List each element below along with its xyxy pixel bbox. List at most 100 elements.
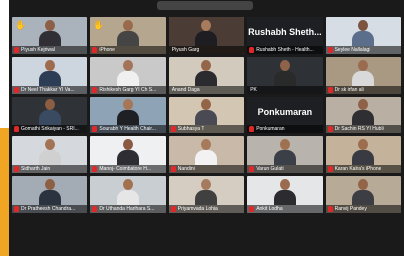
head-shape [201, 139, 212, 151]
body-shape [273, 150, 296, 166]
participant-tile[interactable]: Sidharth Jain [12, 136, 88, 174]
participant-name: PK [250, 86, 257, 93]
participant-tile[interactable]: Gomathi Srikaiyan - SRI... [12, 96, 88, 134]
participant-name: Dr Pratheesh Chandra... [21, 206, 76, 213]
participant-display-name: Rushabh Sheth... [248, 27, 322, 37]
participant-video-figure [352, 179, 375, 206]
head-shape [123, 59, 134, 71]
participant-name: Dr Uthanda Harihara S... [99, 206, 155, 213]
name-label-bar: Ranvij Pandey [325, 205, 401, 214]
participant-name: Dr Neel Thakkar YI Va... [21, 86, 75, 93]
participant-tile[interactable]: Nandini [168, 136, 245, 174]
participant-name: Piyush Garg [171, 46, 200, 53]
head-shape [123, 19, 134, 31]
body-shape [38, 70, 61, 86]
participant-video-figure [117, 59, 140, 86]
head-shape [201, 19, 212, 31]
participant-tile[interactable]: Dr Pratheesh Chandra... [12, 176, 88, 214]
body-shape [38, 30, 61, 46]
head-shape [279, 179, 290, 191]
participant-tile[interactable]: Dr Uthanda Harihara S... [90, 176, 166, 214]
participant-video-figure [117, 139, 140, 166]
body-shape [195, 150, 218, 166]
body-shape [38, 110, 61, 126]
participant-name: Nandini [177, 166, 195, 173]
muted-mic-icon [92, 126, 98, 133]
participant-name: iPhone [99, 46, 115, 53]
name-label-bar: Manoj- Coimbatore H... [90, 165, 166, 174]
participant-name: Seylee Nallalagi [334, 46, 371, 53]
muted-mic-icon [249, 46, 255, 53]
muted-mic-icon [14, 166, 19, 173]
view-toggle-pill[interactable] [157, 1, 253, 10]
muted-mic-icon [92, 46, 98, 53]
body-shape [38, 150, 61, 166]
participant-video-figure [38, 59, 61, 86]
participant-tile[interactable]: Ankit Lodha [247, 176, 323, 214]
muted-mic-icon [327, 86, 333, 93]
muted-mic-icon [249, 166, 255, 173]
head-shape [358, 99, 369, 111]
participant-name: Dr sk irfan ali [334, 86, 364, 93]
participant-tile[interactable]: Ponkumaran Ponkumaran [247, 96, 323, 134]
participant-name: Rushabh Sheth - Health... [256, 46, 314, 53]
participant-tile[interactable]: Karan Kalra's iPhone [325, 136, 401, 174]
body-shape [117, 110, 140, 126]
name-label-bar: Nandini [168, 165, 245, 174]
head-shape [44, 19, 55, 31]
body-shape [273, 190, 296, 206]
name-label-bar: Dr sk irfan ali [325, 85, 401, 94]
participant-tile[interactable]: Varun Gulati [247, 136, 323, 174]
participant-tile[interactable]: Ranvij Pandey [325, 176, 401, 214]
body-shape [38, 190, 61, 206]
muted-mic-icon [327, 46, 333, 53]
muted-mic-icon [327, 166, 333, 173]
participant-tile[interactable]: Priyamvada Lohia [168, 176, 245, 214]
participant-tile[interactable]: Seylee Nallalagi [325, 17, 401, 54]
body-shape [117, 70, 140, 86]
participant-video-figure [195, 99, 218, 126]
participant-name: Ankit Lodha [256, 206, 283, 213]
participant-tile[interactable]: PK [247, 56, 323, 94]
head-shape [358, 139, 369, 151]
participant-tile[interactable]: Manoj- Coimbatore H... [90, 136, 166, 174]
participant-name: Varun Gulati [256, 166, 284, 173]
head-shape [123, 99, 134, 111]
participant-tile[interactable]: Piyush Garg [168, 17, 245, 54]
participant-video-figure [117, 19, 140, 46]
participant-tile[interactable]: Dr sk irfan ali [325, 56, 401, 94]
name-label-bar: PK [247, 85, 323, 94]
participant-video-figure [273, 179, 296, 206]
participant-name: Ranvij Pandey [334, 206, 367, 213]
head-shape [201, 59, 212, 71]
name-label-bar: Gomathi Srikaiyan - SRI... [12, 125, 88, 134]
participant-video-figure [38, 139, 61, 166]
participant-name: Anand Daga [171, 86, 200, 93]
muted-mic-icon [92, 206, 98, 213]
head-shape [123, 179, 134, 191]
participant-tile[interactable]: Sourabh Y Health Chair... [90, 96, 166, 134]
head-shape [44, 179, 55, 191]
muted-mic-icon [170, 206, 176, 213]
participant-video-figure [38, 99, 61, 126]
participant-tile[interactable]: Dr Sachin RS YI Hubli [325, 96, 401, 134]
participant-tile[interactable]: Dr Neel Thakkar YI Va... [12, 56, 88, 94]
muted-mic-icon [249, 126, 255, 133]
name-label-bar: Piyush Kejriwal [12, 45, 88, 54]
name-label-bar: Sidharth Jain [12, 165, 88, 174]
name-label-bar: iPhone [90, 45, 166, 54]
participant-name: Gomathi Srikaiyan - SRI... [21, 126, 79, 133]
name-label-bar: Dr Uthanda Harihara S... [90, 205, 166, 214]
participant-tile[interactable]: Anand Daga [168, 56, 245, 94]
participant-name: Karan Kalra's iPhone [334, 166, 382, 173]
muted-mic-icon [14, 126, 19, 133]
participant-tile[interactable]: Subhasya T [168, 96, 245, 134]
participant-tile[interactable]: Rishikesh Garg YI Ch S... [90, 56, 166, 94]
participant-tile[interactable]: Rushabh Sheth... Rushabh Sheth - Health..… [247, 17, 323, 54]
muted-mic-icon [14, 46, 19, 53]
participant-tile[interactable]: ✋ iPhone [90, 17, 166, 54]
body-shape [352, 70, 375, 86]
participant-tile[interactable]: ✋ Piyush Kejriwal [12, 17, 88, 54]
name-label-bar: Rishikesh Garg YI Ch S... [90, 85, 166, 94]
name-label-bar: Seylee Nallalagi [325, 45, 401, 54]
